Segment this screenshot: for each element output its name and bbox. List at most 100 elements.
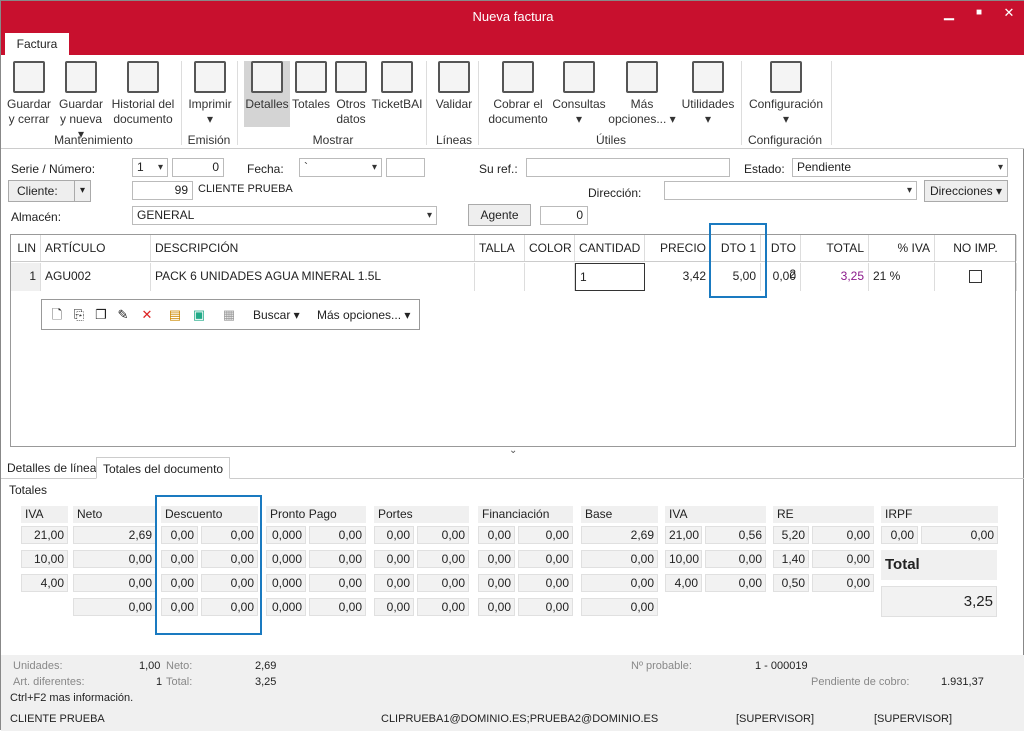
utilidades-button[interactable]: Utilidades ▾ [679,61,737,127]
column-header[interactable]: LIN [11,235,41,261]
consultas-button[interactable]: Consultas ▾ [549,61,609,127]
new-line-icon[interactable]: 🗋 [50,308,64,322]
cliente-code-input[interactable]: 99 [132,181,193,200]
ticketbai-button[interactable]: TicketBAI [371,61,423,127]
totales-label: Totales [291,97,331,111]
pendiente-label: Pendiente de cobro: [811,676,910,688]
buscar-button[interactable]: Buscar ▾ [253,308,300,322]
totals-cell: 0,000 [266,550,306,568]
totals-cell: 0,00 [417,526,469,544]
agente-input[interactable]: 0 [540,206,588,225]
cell-articulo[interactable]: AGU002 [41,263,151,291]
guardar-cerrar-label: Guardar y cerrar [6,97,52,126]
totals-cell: 0,00 [812,550,874,568]
totales-button[interactable]: Totales [291,61,331,127]
probable-label: Nº probable: [631,660,692,672]
notes-icon[interactable]: ▤ [168,308,182,322]
imprimir-button[interactable]: Imprimir ▾ [186,61,234,127]
cell-precio[interactable]: 3,42 [645,263,711,291]
column-header[interactable]: PRECIO [645,235,711,261]
totals-cell: 0,00 [309,526,366,544]
cell-iva[interactable]: 21 % [869,263,935,291]
cell-talla[interactable] [475,263,525,291]
hora-input[interactable] [386,158,425,177]
column-header[interactable]: ARTÍCULO [41,235,151,261]
totals-cell: 10,00 [665,550,702,568]
totals-cell: 0,00 [374,598,414,616]
printer-icon [194,61,226,93]
edit-icon[interactable]: ✎ [116,308,130,322]
totals-cell: 0,00 [705,550,766,568]
direccion-label: Dirección: [588,186,642,200]
group-2-label: Mostrar [312,133,354,147]
serie-select[interactable]: 1 [132,158,168,177]
close-button[interactable]: ✕ [999,5,1019,21]
column-header[interactable]: TALLA [475,235,525,261]
cell-dto2[interactable]: 0,00 [761,263,801,291]
totals-cell: 10,00 [21,550,68,568]
splitter-chevron-icon[interactable]: ⌄ [509,445,517,456]
validar-button[interactable]: Validar [433,61,475,127]
totals-cell: 5,20 [773,526,809,544]
column-header[interactable]: TOTAL [801,235,869,261]
chevron-down-icon[interactable]: ▾ [74,181,90,201]
total-footer-label: Total: [166,676,193,688]
other-data-icon [335,61,367,93]
almacen-select[interactable]: GENERAL [132,206,437,225]
column-header[interactable]: CANTIDAD [575,235,645,261]
neto-value: 2,69 [255,660,277,672]
minimize-button[interactable]: ▁ [939,5,959,21]
tab-factura[interactable]: Factura [5,33,69,55]
ticketbai-label: TicketBAI [371,97,423,111]
delete-icon[interactable]: ✕ [140,308,154,322]
column-header[interactable]: DTO 2 [761,235,801,281]
configuracion-button[interactable]: Configuración ▾ [745,61,827,127]
cobrar-label: Cobrar el documento [488,97,548,126]
cell-cantidad[interactable]: 1 [575,263,645,291]
cell-no_imp[interactable] [935,263,1017,291]
mas-opciones-button[interactable]: Más opciones... ▾ [317,308,410,322]
copy-icon[interactable]: ❐ [94,308,108,322]
column-header[interactable]: COLOR [525,235,575,261]
detalles-button[interactable]: Detalles [244,61,290,127]
column-header[interactable]: % IVA [869,235,935,261]
status-email: CLIPRUEBA1@DOMINIO.ES;PRUEBA2@DOMINIO.ES [381,713,659,725]
tab-totales-documento[interactable]: Totales del documento [96,457,231,479]
total-value: 3,25 [881,586,997,617]
cell-descripcion[interactable]: PACK 6 UNIDADES AGUA MINERAL 1.5L [151,263,475,291]
totals-cell: 0,00 [812,526,874,544]
totals-header: RE [773,506,874,523]
window-title: Nueva factura [472,9,554,24]
cell-color[interactable] [525,263,575,291]
otros-datos-button[interactable]: Otros datos [333,61,369,127]
totals-cell: 0,00 [518,574,573,592]
column-header[interactable]: DESCRIPCIÓN [151,235,475,261]
numero-input[interactable]: 0 [172,158,224,177]
maximize-button[interactable]: ■ [969,7,989,18]
no-imp-checkbox[interactable] [969,270,982,284]
cell-total[interactable]: 3,25 [801,263,869,291]
fecha-input[interactable]: ` [299,158,382,177]
image-icon[interactable]: ▣ [192,308,206,322]
cobrar-button[interactable]: Cobrar el documento [488,61,548,127]
money-icon [502,61,534,93]
tab-detalles-linea[interactable]: Detalles de línea [1,457,102,479]
guardar-cerrar-button[interactable]: Guardar y cerrar [6,61,52,127]
column-header[interactable]: NO IMP. [935,235,1017,261]
direcciones-button[interactable]: Direcciones ▾ [924,180,1008,202]
historial-button[interactable]: Historial del documento [109,61,177,127]
totals-cell: 0,000 [266,526,306,544]
ribbon: Guardar y cerrar Guardar y nueva ▾ Histori… [1,55,1024,149]
cliente-button[interactable]: Cliente: ▾ [8,180,91,202]
suref-input[interactable] [526,158,730,177]
neto-label: Neto: [166,660,193,672]
agente-button[interactable]: Agente [468,204,531,226]
save-new-icon [65,61,97,93]
insert-line-icon[interactable]: ⎘ [72,308,86,322]
totals-cell: 0,00 [478,550,515,568]
estado-select[interactable]: Pendiente [792,158,1008,177]
guardar-nueva-button[interactable]: Guardar y nueva ▾ [56,61,106,141]
direccion-select[interactable] [664,181,917,200]
mas-opciones-button[interactable]: Más opciones... ▾ [605,61,679,127]
group-0-label: Mantenimiento [54,133,133,147]
